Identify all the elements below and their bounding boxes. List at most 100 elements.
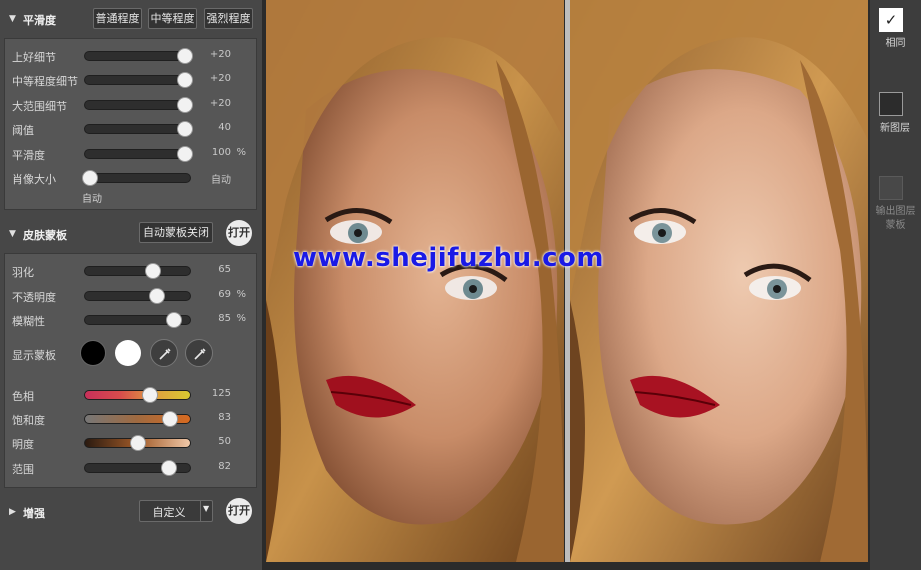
slider-knob[interactable] bbox=[162, 411, 179, 427]
settings-panel: ▼ 平滑度 普通程度 中等程度 强烈程度 上好细节 +20 中等程度细节 +20… bbox=[0, 0, 262, 570]
eyedropper-icon bbox=[159, 348, 171, 360]
enhance-open-button[interactable]: 打开 bbox=[226, 498, 252, 524]
range-slider-track[interactable] bbox=[84, 460, 191, 476]
dropdown-separator bbox=[200, 501, 201, 521]
slider-row: 平滑度 100 % bbox=[5, 145, 258, 163]
slider-row: 模糊性 85 % bbox=[5, 311, 258, 329]
slider-knob[interactable] bbox=[161, 460, 177, 476]
auto-mask-button[interactable]: 自动蒙板关闭 bbox=[139, 222, 213, 243]
slider-label: 平滑度 bbox=[12, 149, 45, 162]
preset-strong-button[interactable]: 强烈程度 bbox=[204, 8, 253, 29]
expand-triangle-icon[interactable]: ▶ bbox=[9, 507, 16, 517]
hue-slider-track[interactable] bbox=[84, 387, 191, 403]
slider-track[interactable] bbox=[82, 170, 191, 186]
chevron-down-icon[interactable]: ▼ bbox=[203, 504, 209, 513]
color-slider-row: 色相 125 bbox=[5, 386, 258, 404]
collapse-triangle-icon[interactable]: ▼ bbox=[9, 229, 16, 239]
slider-value: 40 bbox=[218, 122, 231, 133]
slider-row: 中等程度细节 +20 bbox=[5, 71, 258, 89]
slider-knob[interactable] bbox=[82, 170, 99, 186]
mask-white-swatch[interactable] bbox=[115, 340, 141, 366]
portrait-size-sub-label: 自动 bbox=[82, 194, 102, 205]
slider-label: 大范围细节 bbox=[12, 100, 67, 113]
smoothness-title: 平滑度 bbox=[23, 14, 56, 27]
color-slider-row: 范围 82 bbox=[5, 459, 258, 477]
slider-value: 125 bbox=[211, 388, 231, 399]
eyedropper-subtract-button[interactable] bbox=[185, 339, 213, 367]
slider-label: 明度 bbox=[12, 438, 34, 451]
slider-row: 不透明度 69 % bbox=[5, 287, 258, 305]
slider-track[interactable] bbox=[84, 288, 191, 304]
slider-value: 69 bbox=[218, 289, 231, 300]
slider-knob[interactable] bbox=[142, 387, 159, 403]
slider-label: 上好细节 bbox=[12, 51, 56, 64]
slider-unit: % bbox=[236, 313, 246, 324]
watermark-text: www.shejifuzhu.com bbox=[293, 243, 604, 273]
slider-label: 色相 bbox=[12, 390, 34, 403]
output-options-panel: ✓ 相同 新图层 输出图层蒙板 bbox=[870, 0, 921, 570]
slider-unit: % bbox=[236, 147, 246, 158]
eyedropper-add-button[interactable] bbox=[150, 339, 178, 367]
slider-value: 83 bbox=[218, 412, 231, 423]
slider-track[interactable] bbox=[84, 72, 193, 88]
slider-unit: % bbox=[236, 289, 246, 300]
before-photo[interactable] bbox=[266, 0, 564, 562]
slider-knob[interactable] bbox=[145, 263, 162, 279]
slider-knob[interactable] bbox=[166, 312, 183, 328]
slider-track[interactable] bbox=[84, 146, 193, 162]
skin-mask-header[interactable]: ▼ 皮肤蒙板 bbox=[0, 221, 262, 247]
slider-label: 饱和度 bbox=[12, 414, 45, 427]
slider-track[interactable] bbox=[84, 97, 193, 113]
eyedropper-icon bbox=[194, 348, 206, 360]
enhance-preset-dropdown[interactable]: 自定义 ▼ bbox=[139, 500, 213, 522]
slider-row: 阈值 40 bbox=[5, 120, 258, 138]
mask-black-swatch[interactable] bbox=[80, 340, 106, 366]
preset-normal-button[interactable]: 普通程度 bbox=[93, 8, 142, 29]
slider-value: 50 bbox=[218, 436, 231, 447]
slider-label: 阈值 bbox=[12, 124, 34, 137]
slider-value: 自动 bbox=[211, 175, 231, 186]
slider-track[interactable] bbox=[84, 263, 191, 279]
dropdown-value: 自定义 bbox=[152, 506, 186, 519]
new-layer-label: 新图层 bbox=[880, 123, 910, 134]
slider-value: +20 bbox=[209, 73, 231, 84]
saturation-slider-track[interactable] bbox=[84, 411, 191, 427]
enhance-title: 增强 bbox=[23, 507, 45, 520]
slider-knob[interactable] bbox=[149, 288, 166, 304]
skin-mask-open-button[interactable]: 打开 bbox=[226, 220, 252, 246]
same-layer-checkbox[interactable]: ✓ bbox=[879, 8, 903, 32]
new-layer-checkbox[interactable] bbox=[879, 92, 903, 116]
color-slider-row: 明度 50 bbox=[5, 434, 258, 452]
after-photo[interactable] bbox=[570, 0, 868, 562]
color-slider-row: 饱和度 83 bbox=[5, 410, 258, 428]
slider-label: 不透明度 bbox=[12, 291, 56, 304]
slider-label: 模糊性 bbox=[12, 315, 45, 328]
slider-label: 中等程度细节 bbox=[12, 75, 78, 88]
preset-medium-button[interactable]: 中等程度 bbox=[148, 8, 197, 29]
slider-value: 65 bbox=[218, 264, 231, 275]
portrait-before-image bbox=[266, 0, 564, 562]
output-mask-checkbox[interactable] bbox=[879, 176, 903, 200]
preview-area[interactable]: www.shejifuzhu.com bbox=[262, 0, 870, 570]
show-mask-label: 显示蒙板 bbox=[12, 349, 56, 362]
slider-row: 大范围细节 +20 bbox=[5, 96, 258, 114]
slider-label: 肖像大小 bbox=[12, 173, 56, 186]
slider-row: 羽化 65 bbox=[5, 262, 258, 280]
slider-value: 82 bbox=[218, 461, 231, 472]
collapse-triangle-icon[interactable]: ▼ bbox=[9, 14, 16, 24]
slider-track[interactable] bbox=[84, 48, 193, 64]
slider-knob[interactable] bbox=[129, 435, 146, 451]
smoothness-controls: 上好细节 +20 中等程度细节 +20 大范围细节 +20 阈值 40 平滑度 … bbox=[4, 38, 257, 210]
slider-label: 羽化 bbox=[12, 266, 34, 279]
slider-value: 85 bbox=[218, 313, 231, 324]
slider-track[interactable] bbox=[84, 121, 193, 137]
enhance-header[interactable]: ▶ 增强 bbox=[0, 499, 262, 525]
same-layer-label: 相同 bbox=[885, 38, 906, 49]
slider-value: +20 bbox=[209, 49, 231, 60]
slider-value: +20 bbox=[209, 98, 231, 109]
slider-track[interactable] bbox=[84, 312, 191, 328]
output-mask-label: 输出图层蒙板 bbox=[875, 206, 916, 231]
lightness-slider-track[interactable] bbox=[84, 435, 191, 451]
slider-label: 范围 bbox=[12, 463, 34, 476]
skin-mask-title: 皮肤蒙板 bbox=[23, 229, 67, 242]
